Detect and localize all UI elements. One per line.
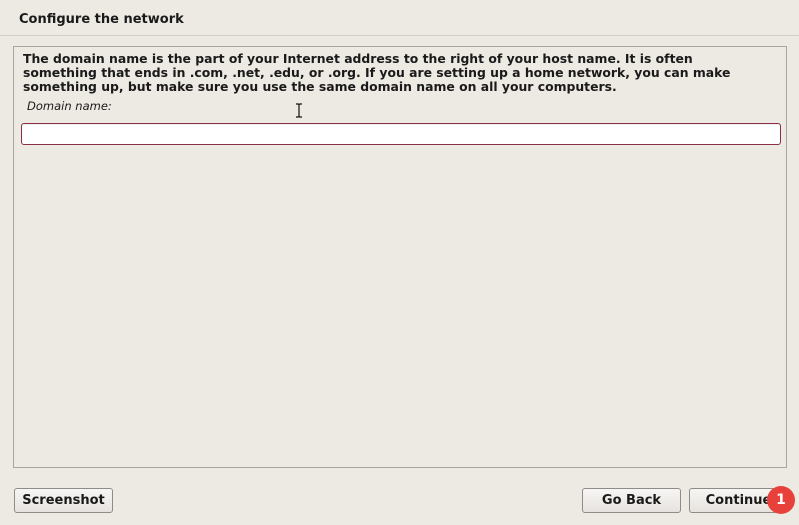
screenshot-button[interactable]: Screenshot	[14, 488, 113, 513]
domain-name-input[interactable]	[21, 123, 781, 145]
continue-badge: 1	[767, 486, 795, 514]
domain-description: The domain name is the part of your Inte…	[23, 51, 731, 94]
title-divider	[0, 35, 799, 36]
go-back-button[interactable]: Go Back	[582, 488, 681, 513]
text-cursor-icon	[296, 103, 302, 118]
page-title: Configure the network	[19, 12, 184, 27]
content-panel: The domain name is the part of your Inte…	[13, 46, 787, 468]
domain-name-label: Domain name:	[27, 99, 112, 113]
